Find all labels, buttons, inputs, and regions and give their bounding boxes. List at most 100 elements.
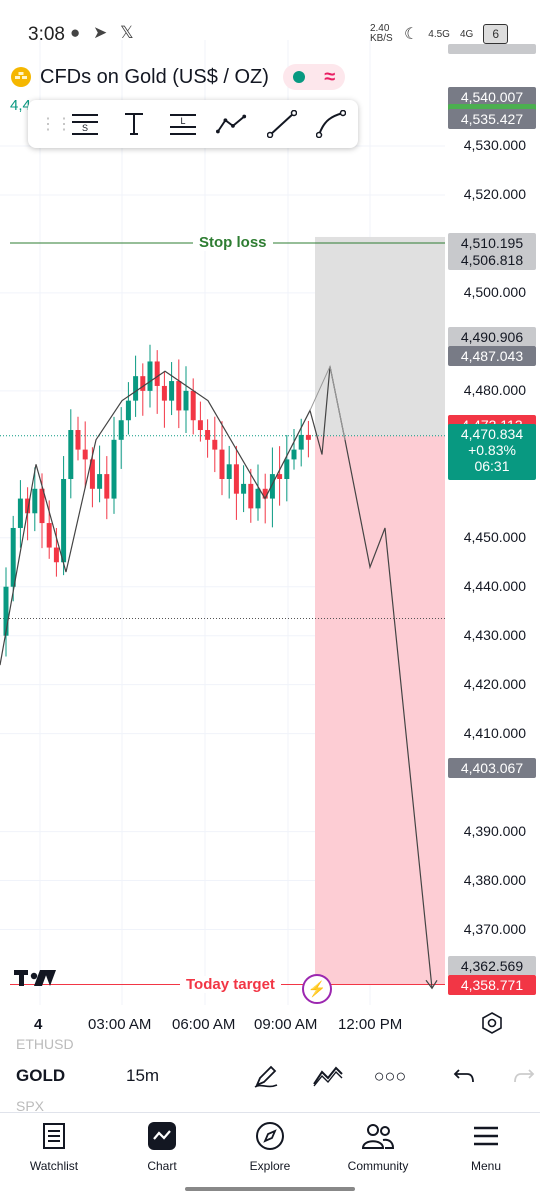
undo-icon[interactable] bbox=[448, 1060, 480, 1092]
nav-chart[interactable]: Chart bbox=[114, 1119, 210, 1173]
price-chart[interactable] bbox=[0, 40, 540, 1040]
wave-icon: ≈ bbox=[324, 66, 336, 88]
price-label: 4,440.000 bbox=[463, 577, 526, 594]
candle-body bbox=[111, 439, 117, 499]
stop-loss-zone bbox=[315, 236, 445, 436]
candle-body bbox=[17, 498, 23, 528]
tradingview-logo bbox=[14, 970, 56, 986]
price-tag-clipped bbox=[448, 44, 536, 54]
text-tool-icon[interactable] bbox=[119, 108, 150, 140]
candle-body bbox=[10, 527, 16, 587]
market-status-pill[interactable]: ≈ bbox=[282, 64, 345, 90]
symbol-title[interactable]: CFDs on Gold (US$ / OZ) bbox=[40, 66, 269, 89]
path-icon[interactable] bbox=[216, 108, 248, 140]
candle-body bbox=[140, 376, 146, 391]
price-label: 4,500.000 bbox=[463, 283, 526, 300]
chart-icon bbox=[148, 1122, 176, 1150]
candle-body bbox=[255, 488, 261, 509]
candle-body bbox=[291, 449, 297, 460]
today-target-label[interactable]: Today target bbox=[180, 975, 281, 993]
current-price: 4,470.834 bbox=[460, 425, 524, 442]
price-label: 4,370.000 bbox=[463, 920, 526, 937]
price-tag: 4,362.569 bbox=[448, 955, 536, 976]
price-tag: 4,487.043 bbox=[448, 346, 536, 367]
svg-text:L: L bbox=[180, 116, 185, 126]
time-label-0600: 06:00 AM bbox=[172, 1016, 236, 1033]
time-axis[interactable]: 4 03:00 AM 06:00 AM 09:00 AM 12:00 PM bbox=[0, 1012, 540, 1036]
candle-body bbox=[205, 430, 211, 440]
target-zone bbox=[315, 435, 445, 985]
candle-body bbox=[284, 459, 290, 479]
candle-body bbox=[169, 381, 175, 401]
nav-explore[interactable]: Explore bbox=[222, 1119, 318, 1173]
nav-community[interactable]: Community bbox=[330, 1119, 426, 1173]
symbol-selector[interactable]: GOLD bbox=[16, 1066, 65, 1086]
price-tag: 4,535.427 bbox=[448, 109, 536, 130]
candle-body bbox=[104, 474, 110, 499]
symbol-strip: ETHUSD GOLD 15m SPX ○○○ bbox=[0, 1036, 540, 1114]
candle-body bbox=[241, 483, 247, 494]
gold-bars-icon bbox=[11, 67, 31, 87]
candle-body bbox=[197, 420, 203, 431]
price-label: 4,450.000 bbox=[463, 528, 526, 545]
redo-icon[interactable] bbox=[508, 1060, 540, 1092]
price-tag: 4,490.906 bbox=[448, 327, 536, 348]
lightning-button[interactable]: ⚡ bbox=[302, 974, 332, 1004]
candle-body bbox=[161, 385, 167, 401]
price-label: 4,480.000 bbox=[463, 381, 526, 398]
grip-icon[interactable]: ⋮⋮ bbox=[40, 114, 72, 134]
nav-label: Watchlist bbox=[29, 1159, 79, 1173]
watchlist-icon bbox=[43, 1123, 65, 1149]
more-icon[interactable]: ○○○ bbox=[374, 1060, 407, 1092]
candle-body bbox=[176, 381, 182, 411]
price-label: 4,420.000 bbox=[463, 675, 526, 692]
time-label-0300: 03:00 AM bbox=[88, 1016, 152, 1033]
candle-body bbox=[212, 439, 218, 450]
price-label: 4,520.000 bbox=[463, 185, 526, 202]
candle-body bbox=[226, 464, 232, 479]
people-icon bbox=[361, 1124, 395, 1149]
pencil-icon[interactable] bbox=[250, 1060, 282, 1092]
current-change: +0.83% bbox=[468, 441, 516, 458]
nav-label: Chart bbox=[147, 1159, 177, 1173]
horizontal-lines-icon[interactable]: S bbox=[70, 108, 101, 140]
lightning-icon: ⚡ bbox=[307, 980, 327, 998]
price-tag: 4,358.771 bbox=[448, 974, 536, 995]
candle-body bbox=[68, 430, 74, 479]
long-position-icon[interactable]: L bbox=[168, 108, 199, 140]
price-label: 4,430.000 bbox=[463, 626, 526, 643]
home-indicator bbox=[185, 1187, 355, 1191]
interval-selector[interactable]: 15m bbox=[126, 1066, 159, 1086]
candle-body bbox=[75, 430, 81, 450]
curve-icon[interactable] bbox=[315, 108, 346, 140]
candle-body bbox=[46, 523, 52, 548]
candle-body bbox=[219, 449, 225, 479]
compass-icon bbox=[256, 1122, 284, 1150]
drawing-toolbar: ⋮⋮ S L bbox=[28, 100, 358, 148]
svg-text:S: S bbox=[82, 123, 88, 133]
time-label-day: 4 bbox=[34, 1016, 43, 1033]
candle-body bbox=[248, 483, 254, 509]
chart-settings-icon[interactable] bbox=[482, 1012, 502, 1038]
trend-line-icon[interactable] bbox=[266, 108, 297, 140]
nav-menu[interactable]: Menu bbox=[438, 1119, 534, 1173]
candle-body bbox=[133, 376, 139, 401]
nav-label: Community bbox=[347, 1159, 409, 1173]
candle-body bbox=[147, 361, 153, 391]
candle-body bbox=[118, 420, 124, 440]
symbol-header[interactable]: CFDs on Gold (US$ / OZ) ≈ bbox=[10, 60, 345, 94]
candle-body bbox=[125, 400, 131, 421]
candle-body bbox=[32, 488, 38, 514]
candle-body bbox=[53, 547, 59, 563]
candle-body bbox=[298, 434, 304, 450]
network-4-5g: 4.5G bbox=[428, 28, 450, 40]
prev-symbol[interactable]: ETHUSD bbox=[16, 1036, 74, 1052]
nav-watchlist[interactable]: Watchlist bbox=[6, 1119, 102, 1173]
stop-loss-label[interactable]: Stop loss bbox=[193, 233, 273, 251]
time-label-1200: 12:00 PM bbox=[338, 1016, 403, 1033]
nav-label: Menu bbox=[470, 1159, 502, 1173]
candle-body bbox=[154, 361, 160, 386]
indicators-icon[interactable] bbox=[312, 1060, 344, 1092]
price-tag: 4,403.067 bbox=[448, 757, 536, 778]
price-tag: 4,506.818 bbox=[448, 249, 536, 270]
